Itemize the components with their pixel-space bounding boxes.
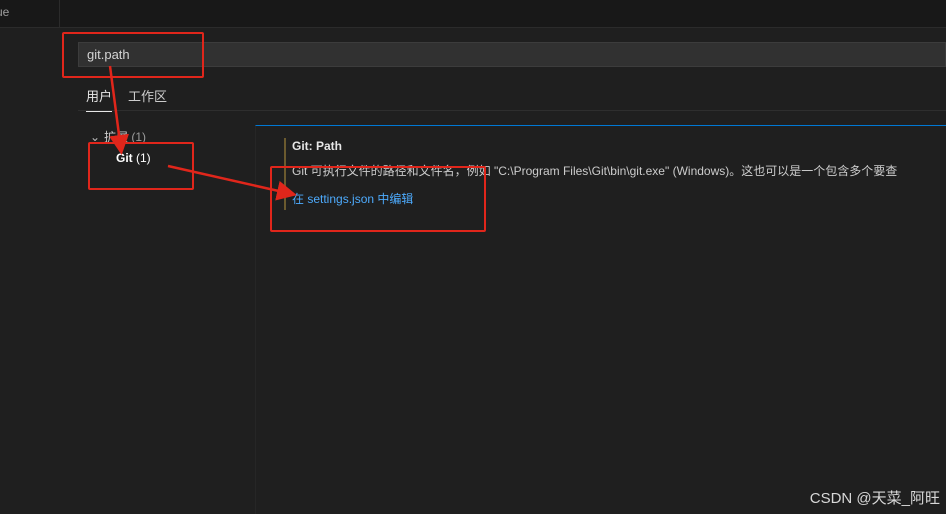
watermark: CSDN @天菜_阿旺	[809, 490, 940, 507]
annotation-arrows	[108, 65, 297, 201]
arrow-to-link	[167, 164, 297, 201]
arrow-to-git	[108, 65, 129, 155]
